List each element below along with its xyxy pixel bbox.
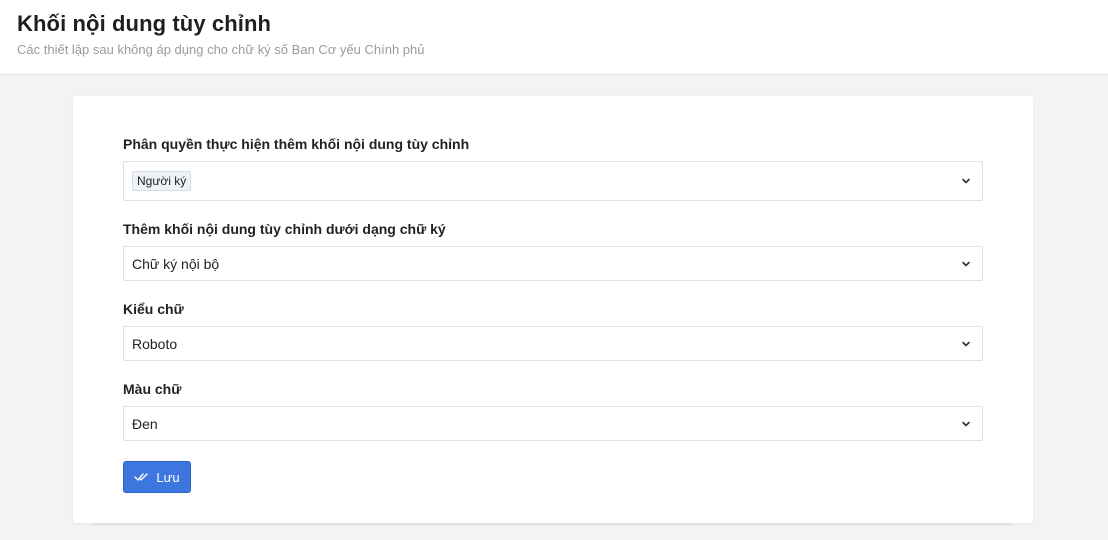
page-header: Khối nội dung tùy chỉnh Các thiết lập sa… [0, 0, 1108, 75]
page-title: Khối nội dung tùy chỉnh [17, 11, 272, 36]
settings-card: Phân quyền thực hiện thêm khối nội dung … [73, 96, 1033, 523]
chevron-down-icon [962, 178, 970, 184]
chevron-down-icon [962, 421, 970, 426]
color-select[interactable]: Đen [123, 406, 983, 441]
selected-tag-signer[interactable]: Người ký [132, 171, 192, 191]
permission-select[interactable]: Người ký [123, 161, 983, 201]
font-value: Roboto [132, 335, 178, 352]
save-button-label: Lưu [156, 469, 180, 485]
permission-label: Phân quyền thực hiện thêm khối nội dung … [123, 136, 470, 152]
save-button[interactable]: Lưu [123, 461, 191, 493]
signature-type-label: Thêm khối nội dung tùy chỉnh dưới dạng c… [123, 221, 446, 237]
font-label: Kiểu chữ [123, 301, 184, 317]
double-check-icon [134, 473, 149, 481]
color-label: Màu chữ [123, 381, 182, 397]
signature-type-select[interactable]: Chữ ký nội bộ [123, 246, 983, 281]
chevron-down-icon [962, 261, 970, 266]
font-select[interactable]: Roboto [123, 326, 983, 361]
page-subtitle: Các thiết lập sau không áp dụng cho chữ … [17, 42, 425, 57]
color-value: Đen [132, 415, 158, 432]
chevron-down-icon [962, 341, 970, 346]
signature-type-value: Chữ ký nội bộ [132, 255, 220, 272]
